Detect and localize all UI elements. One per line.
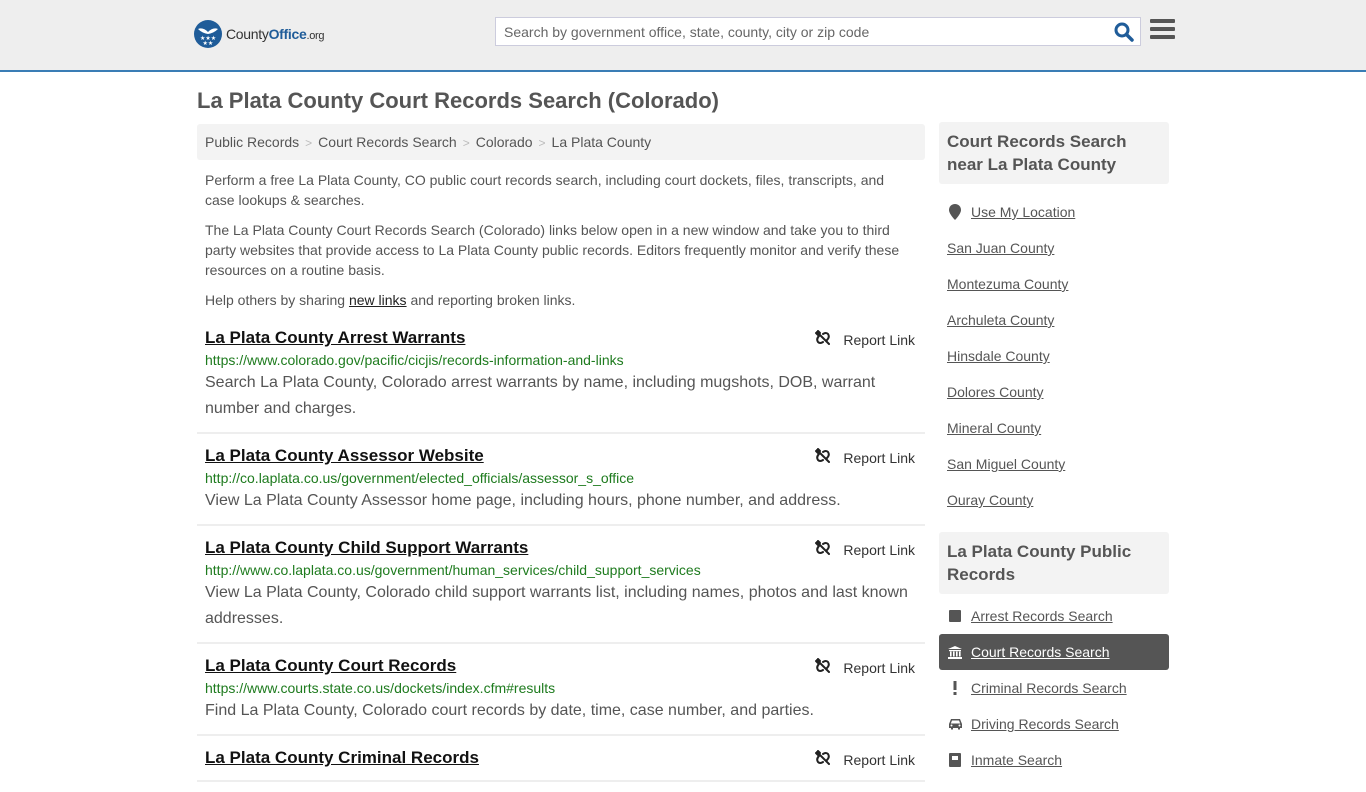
link-item: La Plata County Criminal Records Report L… (197, 746, 925, 782)
intro-paragraph: The La Plata County Court Records Search… (205, 222, 900, 278)
search-input[interactable] (496, 18, 1096, 45)
nearby-county-link[interactable]: Archuleta County (939, 302, 1169, 338)
sidebar: Court Records Search near La Plata Count… (939, 122, 1169, 792)
report-link-button[interactable]: Report Link (815, 448, 915, 467)
intro-paragraph: Perform a free La Plata County, CO publi… (205, 172, 885, 208)
exclamation-icon (947, 681, 963, 695)
square-icon (947, 610, 963, 622)
report-link-button[interactable]: Report Link (815, 330, 915, 349)
site-logo[interactable]: ★★★ ★★ CountyOffice.org (194, 20, 325, 48)
nearby-county-link[interactable]: San Juan County (939, 230, 1169, 266)
nearby-county-link[interactable]: Mineral County (939, 410, 1169, 446)
breadcrumb-separator: > (305, 136, 313, 150)
link-description: Search La Plata County, Colorado arrest … (205, 374, 876, 417)
breadcrumb-separator: > (538, 136, 546, 150)
link-description: View La Plata County, Colorado child sup… (205, 584, 908, 627)
inmate-icon (947, 753, 963, 767)
broken-link-icon (815, 658, 843, 677)
broken-link-icon (815, 750, 843, 769)
nearby-county-link[interactable]: Montezuma County (939, 266, 1169, 302)
nearby-county-link[interactable]: Dolores County (939, 374, 1169, 410)
breadcrumb-colorado[interactable]: Colorado (476, 134, 533, 150)
broken-link-icon (815, 330, 843, 349)
courthouse-icon (947, 645, 963, 659)
use-my-location-link[interactable]: Use My Location (939, 194, 1169, 230)
public-records-link-label: Driving Records Search (971, 716, 1119, 732)
public-records-link[interactable]: Court Records Search (939, 634, 1169, 670)
link-item: La Plata County Court Records Report Link… (197, 654, 925, 736)
search-bar (495, 17, 1141, 46)
link-description: View La Plata County Assessor home page,… (205, 492, 841, 509)
report-link-label: Report Link (843, 449, 915, 466)
eagle-stars-badge-icon: ★★★ ★★ (194, 20, 222, 48)
intro-paragraph: Help others by sharing new links and rep… (205, 292, 576, 308)
public-records-link[interactable]: Inmate Search (939, 742, 1169, 778)
public-records-link-label: Inmate Search (971, 752, 1063, 768)
car-icon (947, 718, 963, 730)
nearby-county-link[interactable]: San Miguel County (939, 446, 1169, 482)
public-records-link-label: Court Records Search (971, 644, 1110, 660)
link-title[interactable]: La Plata County Child Support Warrants (205, 536, 528, 560)
link-item: La Plata County Arrest Warrants Report Li… (197, 326, 925, 434)
public-records-link[interactable]: Driving Records Search (939, 706, 1169, 742)
breadcrumb-la-plata-county[interactable]: La Plata County (552, 134, 652, 150)
breadcrumb: Public Records > Court Records Search > Colo… (197, 124, 925, 160)
public-records-list: Arrest Records Search Court Records Searc… (939, 594, 1169, 792)
link-item: La Plata County Assessor Website Report L… (197, 444, 925, 526)
links-list: La Plata County Arrest Warrants Report Li… (197, 326, 925, 782)
page-title: La Plata County Court Records Search (Co… (197, 88, 719, 113)
link-url[interactable]: https://www.courts.state.co.us/dockets/i… (205, 678, 917, 698)
report-link-label: Report Link (843, 659, 915, 676)
broken-link-icon (815, 448, 843, 467)
link-title[interactable]: La Plata County Assessor Website (205, 444, 484, 468)
link-description: Find La Plata County, Colorado court rec… (205, 702, 814, 719)
report-link-label: Report Link (843, 541, 915, 558)
breadcrumb-separator: > (462, 136, 470, 150)
logo-text: CountyOffice.org (226, 26, 325, 42)
link-url[interactable]: http://co.laplata.co.us/government/elect… (205, 468, 917, 488)
link-title[interactable]: La Plata County Court Records (205, 654, 456, 678)
breadcrumb-court-records-search[interactable]: Court Records Search (318, 134, 457, 150)
intro-section: Perform a free La Plata County, CO publi… (197, 170, 925, 310)
hamburger-menu-icon[interactable] (1150, 19, 1175, 41)
broken-link-icon (815, 540, 843, 559)
public-records-link-label: Arrest Records Search (971, 608, 1113, 624)
report-link-button[interactable]: Report Link (815, 658, 915, 677)
report-link-button[interactable]: Report Link (815, 750, 915, 769)
new-links-link[interactable]: new links (349, 292, 407, 308)
link-title[interactable]: La Plata County Criminal Records (205, 746, 479, 770)
public-records-link[interactable]: Criminal Records Search (939, 670, 1169, 706)
link-item: La Plata County Child Support Warrants Re… (197, 536, 925, 644)
nearby-county-link[interactable]: Hinsdale County (939, 338, 1169, 374)
nearby-heading: Court Records Search near La Plata Count… (939, 122, 1169, 184)
report-link-label: Report Link (843, 751, 915, 768)
link-url[interactable]: https://www.colorado.gov/pacific/cicjis/… (205, 350, 917, 370)
nearby-county-link[interactable]: Ouray County (939, 482, 1169, 518)
search-icon[interactable] (1114, 22, 1134, 42)
report-link-button[interactable]: Report Link (815, 540, 915, 559)
nearby-counties-list: Use My Location San Juan County Montezuma… (939, 184, 1169, 532)
svg-text:★★: ★★ (203, 40, 214, 47)
link-title[interactable]: La Plata County Arrest Warrants (205, 326, 465, 350)
main-content: Public Records > Court Records Search > Colo… (197, 124, 925, 792)
public-records-heading: La Plata County Public Records (939, 532, 1169, 594)
map-marker-icon (947, 204, 963, 220)
report-link-label: Report Link (843, 331, 915, 348)
public-records-link-label: Criminal Records Search (971, 680, 1127, 696)
public-records-link[interactable]: Arrest Records Search (939, 598, 1169, 634)
breadcrumb-public-records[interactable]: Public Records (205, 134, 299, 150)
link-url[interactable]: http://www.co.laplata.co.us/government/h… (205, 560, 917, 580)
site-header: ★★★ ★★ CountyOffice.org (0, 0, 1366, 72)
